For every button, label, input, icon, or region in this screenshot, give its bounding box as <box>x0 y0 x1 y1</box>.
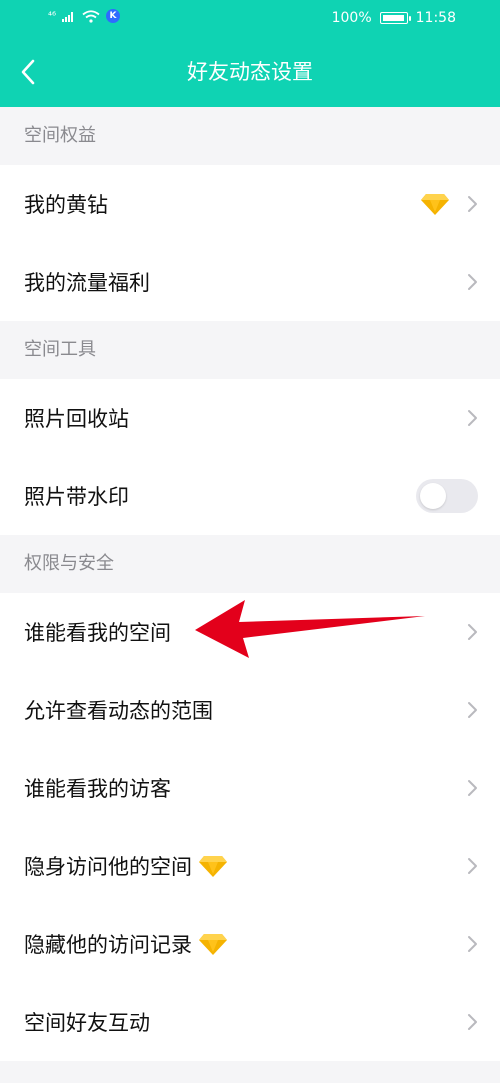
chevron-right-icon <box>468 702 477 718</box>
row-label: 谁能看我的访客 <box>24 777 171 801</box>
status-bar: ⁴⁶ K 100% 11:58 <box>0 0 500 37</box>
row-hide-visit-records[interactable]: 隐藏他的访问记录 <box>0 905 500 983</box>
row-label-group: 隐藏他的访问记录 <box>24 929 228 959</box>
row-label: 隐身访问他的空间 <box>24 855 192 879</box>
row-feed-visibility-range[interactable]: 允许查看动态的范围 <box>0 671 500 749</box>
row-yellow-diamond[interactable]: 我的黄钻 <box>0 165 500 243</box>
chevron-right-icon <box>468 410 477 426</box>
toggle-knob <box>420 483 446 509</box>
chevron-right-icon <box>468 624 477 640</box>
row-label: 隐藏他的访问记录 <box>24 933 192 957</box>
chevron-left-icon <box>21 59 35 85</box>
wifi-icon <box>82 9 100 23</box>
battery-percent: 100% <box>331 10 372 26</box>
app-badge-icon: K <box>106 9 121 23</box>
row-traffic-benefits[interactable]: 我的流量福利 <box>0 243 500 321</box>
row-label: 照片带水印 <box>24 485 129 509</box>
signal-text: ⁴⁶ <box>48 10 57 22</box>
diamond-icon <box>421 194 449 215</box>
row-invisible-visit[interactable]: 隐身访问他的空间 <box>0 827 500 905</box>
chevron-right-icon <box>468 936 477 952</box>
row-friend-interaction[interactable]: 空间好友互动 <box>0 983 500 1061</box>
section-label-permissions: 权限与安全 <box>0 535 500 593</box>
row-label: 空间好友互动 <box>24 1011 150 1035</box>
diamond-icon <box>199 856 227 877</box>
page-title: 好友动态设置 <box>187 60 313 84</box>
row-photo-watermark: 照片带水印 <box>0 457 500 535</box>
row-label: 照片回收站 <box>24 407 129 431</box>
row-photo-recycle-bin[interactable]: 照片回收站 <box>0 379 500 457</box>
status-left: ⁴⁶ K <box>48 9 121 23</box>
nav-header: 好友动态设置 <box>0 37 500 107</box>
chevron-right-icon <box>468 780 477 796</box>
watermark-toggle[interactable] <box>416 479 478 513</box>
chevron-right-icon <box>468 196 477 212</box>
diamond-icon <box>199 934 227 955</box>
row-who-can-view-visitors[interactable]: 谁能看我的访客 <box>0 749 500 827</box>
battery-icon <box>379 12 411 24</box>
row-label: 谁能看我的空间 <box>24 621 171 645</box>
section-label-tools: 空间工具 <box>0 321 500 379</box>
row-label: 我的流量福利 <box>24 271 150 295</box>
battery-fill <box>382 15 404 21</box>
row-label: 我的黄钻 <box>24 193 108 217</box>
chevron-right-icon <box>468 1014 477 1030</box>
status-time: 11:58 <box>415 10 456 26</box>
chevron-right-icon <box>468 858 477 874</box>
section-label-benefits: 空间权益 <box>0 107 500 165</box>
row-label-group: 隐身访问他的空间 <box>24 851 228 881</box>
red-arrow-annotation-icon <box>195 600 425 658</box>
status-right: 100% 11:58 <box>332 10 456 26</box>
chevron-right-icon <box>468 274 477 290</box>
row-label: 允许查看动态的范围 <box>24 699 213 723</box>
signal-icon <box>62 12 74 22</box>
back-button[interactable] <box>8 52 48 92</box>
